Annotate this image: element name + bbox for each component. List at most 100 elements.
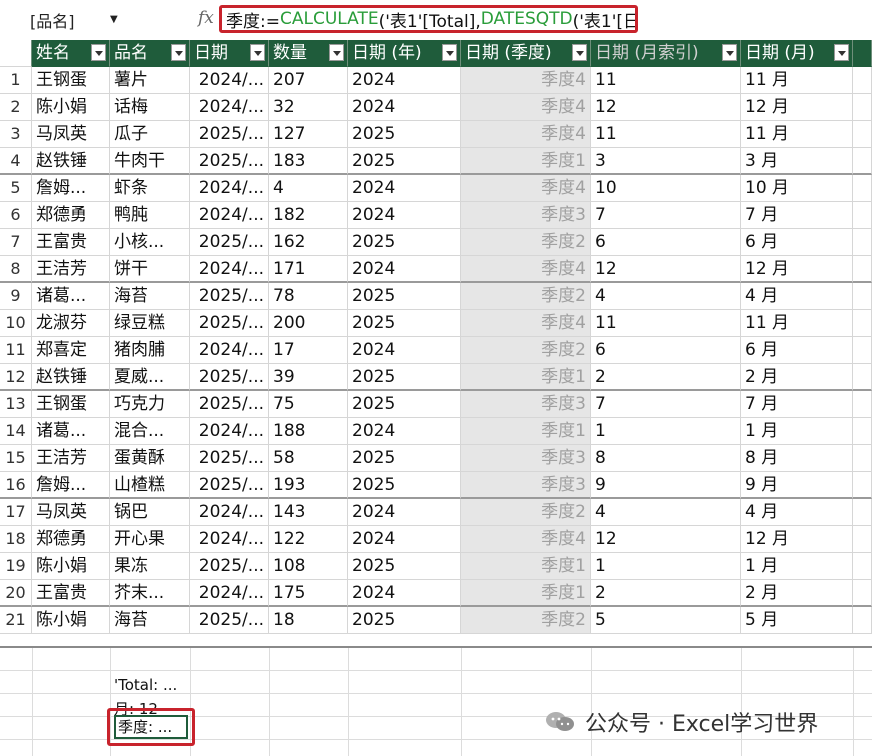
table-cell[interactable]: 话梅 bbox=[110, 94, 190, 121]
table-cell-empty[interactable] bbox=[853, 553, 872, 580]
table-cell[interactable]: 2024 bbox=[348, 175, 461, 202]
table-cell[interactable]: 4 月 bbox=[741, 283, 853, 310]
row-number[interactable]: 11 bbox=[0, 337, 32, 364]
table-cell[interactable]: 季度3 bbox=[461, 202, 591, 229]
table-cell-empty[interactable] bbox=[853, 121, 872, 148]
table-cell[interactable]: 季度2 bbox=[461, 283, 591, 310]
table-cell[interactable]: 2024/... bbox=[190, 202, 269, 229]
table-cell[interactable]: 季度4 bbox=[461, 256, 591, 283]
table-cell[interactable]: 季度3 bbox=[461, 445, 591, 472]
table-cell[interactable]: 虾条 bbox=[110, 175, 190, 202]
table-cell[interactable]: 8 bbox=[591, 445, 741, 472]
table-cell[interactable]: 2024/... bbox=[190, 67, 269, 94]
formula-input[interactable]: 季度:= CALCULATE ('表1'[Total], DATESQTD ('表1'[… bbox=[219, 5, 638, 33]
table-cell[interactable]: 39 bbox=[269, 364, 348, 391]
table-cell[interactable]: 季度1 bbox=[461, 553, 591, 580]
table-cell[interactable]: 2024 bbox=[348, 526, 461, 553]
column-header[interactable]: 日期 (月索引) bbox=[591, 40, 741, 67]
table-cell[interactable]: 2025 bbox=[348, 310, 461, 337]
table-cell[interactable]: 2025/... bbox=[190, 283, 269, 310]
table-cell[interactable]: 2025 bbox=[348, 283, 461, 310]
table-cell[interactable]: 詹姆... bbox=[32, 175, 110, 202]
table-cell[interactable]: 182 bbox=[269, 202, 348, 229]
table-cell[interactable]: 11 月 bbox=[741, 67, 853, 94]
table-cell[interactable]: 王洁芳 bbox=[32, 256, 110, 283]
table-cell[interactable]: 2025 bbox=[348, 121, 461, 148]
table-cell-empty[interactable] bbox=[853, 310, 872, 337]
table-cell[interactable]: 2024/... bbox=[190, 337, 269, 364]
table-cell[interactable]: 6 月 bbox=[741, 229, 853, 256]
table-cell-empty[interactable] bbox=[853, 580, 872, 607]
measure-quarter[interactable]: 季度: ... bbox=[114, 715, 188, 739]
filter-dropdown-icon[interactable] bbox=[91, 44, 106, 61]
table-cell[interactable]: 11 月 bbox=[741, 121, 853, 148]
table-cell[interactable]: 11 月 bbox=[741, 310, 853, 337]
filter-dropdown-icon[interactable] bbox=[572, 44, 587, 61]
table-cell[interactable]: 巧克力 bbox=[110, 391, 190, 418]
column-header[interactable]: 姓名 bbox=[32, 40, 110, 67]
table-cell[interactable]: 2025 bbox=[348, 148, 461, 175]
table-cell[interactable]: 2024/... bbox=[190, 418, 269, 445]
table-cell[interactable]: 9 月 bbox=[741, 472, 853, 499]
table-cell[interactable]: 夏威... bbox=[110, 364, 190, 391]
table-cell[interactable]: 山楂糕 bbox=[110, 472, 190, 499]
table-cell[interactable]: 赵铁锤 bbox=[32, 148, 110, 175]
table-cell[interactable]: 12 月 bbox=[741, 256, 853, 283]
table-cell[interactable]: 王洁芳 bbox=[32, 445, 110, 472]
table-cell[interactable]: 12 月 bbox=[741, 526, 853, 553]
table-cell[interactable]: 4 bbox=[591, 499, 741, 526]
table-cell[interactable]: 开心果 bbox=[110, 526, 190, 553]
row-number[interactable]: 7 bbox=[0, 229, 32, 256]
table-cell[interactable]: 7 bbox=[591, 391, 741, 418]
table-cell[interactable]: 78 bbox=[269, 283, 348, 310]
row-number[interactable]: 10 bbox=[0, 310, 32, 337]
table-cell[interactable]: 2025 bbox=[348, 445, 461, 472]
table-cell[interactable]: 171 bbox=[269, 256, 348, 283]
table-cell[interactable]: 王钢蛋 bbox=[32, 391, 110, 418]
table-cell[interactable]: 2024 bbox=[348, 499, 461, 526]
table-cell[interactable]: 2024 bbox=[348, 337, 461, 364]
table-cell-empty[interactable] bbox=[853, 364, 872, 391]
row-number[interactable]: 6 bbox=[0, 202, 32, 229]
table-cell[interactable]: 7 月 bbox=[741, 391, 853, 418]
table-cell[interactable]: 12 bbox=[591, 526, 741, 553]
table-cell[interactable]: 2024/... bbox=[190, 499, 269, 526]
column-header[interactable]: 日期 (年) bbox=[348, 40, 461, 67]
table-cell[interactable]: 2025/... bbox=[190, 364, 269, 391]
table-cell[interactable]: 季度4 bbox=[461, 175, 591, 202]
table-cell[interactable]: 赵铁锤 bbox=[32, 364, 110, 391]
table-cell[interactable]: 海苔 bbox=[110, 607, 190, 634]
row-number[interactable]: 21 bbox=[0, 607, 32, 634]
table-cell[interactable]: 2024 bbox=[348, 202, 461, 229]
table-cell[interactable]: 季度3 bbox=[461, 472, 591, 499]
table-cell[interactable]: 12 月 bbox=[741, 94, 853, 121]
measure-total[interactable]: 'Total: ... bbox=[114, 676, 177, 694]
filter-dropdown-icon[interactable] bbox=[250, 44, 265, 61]
table-cell[interactable]: 193 bbox=[269, 472, 348, 499]
table-cell[interactable]: 牛肉干 bbox=[110, 148, 190, 175]
table-cell[interactable]: 127 bbox=[269, 121, 348, 148]
table-cell[interactable]: 季度4 bbox=[461, 121, 591, 148]
table-cell-empty[interactable] bbox=[853, 526, 872, 553]
column-header[interactable]: 品名 bbox=[110, 40, 190, 67]
table-cell[interactable]: 季度1 bbox=[461, 148, 591, 175]
table-cell[interactable]: 12 bbox=[591, 256, 741, 283]
filter-dropdown-icon[interactable] bbox=[834, 44, 849, 61]
table-cell[interactable]: 2 月 bbox=[741, 364, 853, 391]
table-cell[interactable]: 2025 bbox=[348, 607, 461, 634]
row-number[interactable]: 15 bbox=[0, 445, 32, 472]
table-cell[interactable]: 芥末... bbox=[110, 580, 190, 607]
row-number[interactable]: 14 bbox=[0, 418, 32, 445]
table-cell[interactable]: 2025/... bbox=[190, 472, 269, 499]
table-cell[interactable]: 薯片 bbox=[110, 67, 190, 94]
table-cell[interactable]: 2025/... bbox=[190, 148, 269, 175]
row-number[interactable]: 19 bbox=[0, 553, 32, 580]
table-cell[interactable]: 11 bbox=[591, 121, 741, 148]
table-cell[interactable]: 143 bbox=[269, 499, 348, 526]
table-cell[interactable]: 2024 bbox=[348, 94, 461, 121]
table-cell[interactable]: 2024 bbox=[348, 580, 461, 607]
table-cell[interactable]: 饼干 bbox=[110, 256, 190, 283]
table-cell[interactable]: 122 bbox=[269, 526, 348, 553]
table-cell[interactable]: 锅巴 bbox=[110, 499, 190, 526]
table-cell[interactable]: 4 月 bbox=[741, 499, 853, 526]
